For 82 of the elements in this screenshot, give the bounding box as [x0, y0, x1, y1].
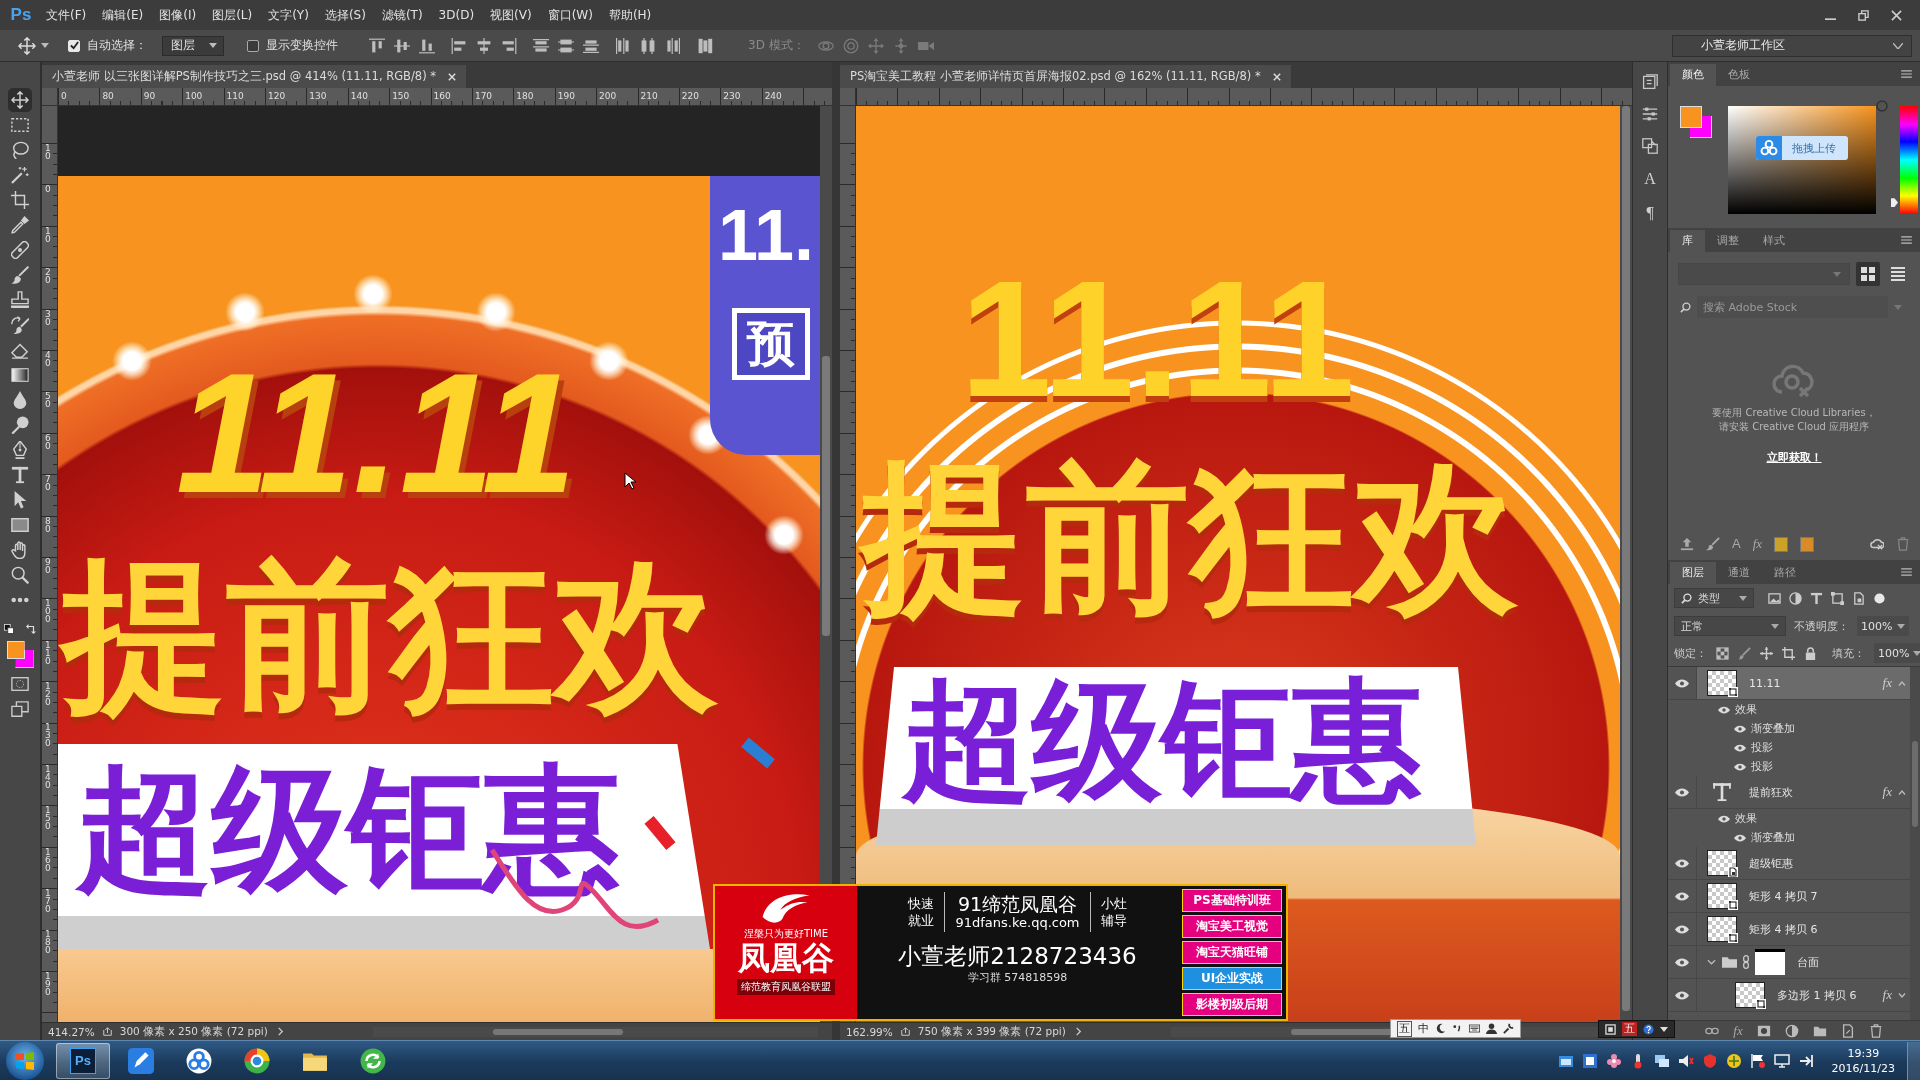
ruler-label: 130: [45, 723, 51, 748]
ruler-label: 170: [45, 889, 51, 914]
effect-name: 投影: [1751, 740, 1773, 755]
ruler-label: 200: [599, 91, 617, 101]
opacity-label: 不透明度：: [1794, 618, 1849, 634]
ruler-label: 160: [433, 91, 451, 101]
ruler-label: 30: [45, 309, 51, 326]
effect-name: 效果: [1735, 702, 1757, 717]
ruler-label: 0: [61, 91, 67, 101]
ruler-label: 80: [102, 91, 114, 101]
layer-name: 台面: [1797, 954, 1819, 970]
ruler-label: 10: [45, 144, 51, 160]
3d-mode-label: 3D 模式：: [748, 37, 805, 54]
badge-label: 预: [732, 308, 810, 380]
ruler-label: 80: [45, 516, 51, 533]
poster-subtitle: 超级钜惠: [76, 749, 620, 910]
ruler-label: 190: [557, 91, 575, 101]
clock-date: 2016/11/23: [1831, 1060, 1895, 1076]
promo-title: 91缔范凤凰谷: [957, 893, 1078, 915]
effect-name: 渐变叠加: [1751, 830, 1795, 845]
ruler-label: 140: [350, 91, 368, 101]
ruler-label: 210: [640, 91, 658, 101]
lock-label: 锁定：: [1674, 645, 1707, 661]
ruler-label: 90: [45, 557, 51, 574]
effect-name: 效果: [1735, 811, 1757, 826]
ruler-label: 40: [45, 350, 51, 367]
promo-tag: 辅导: [1100, 912, 1127, 929]
poster-number: 11.11: [176, 337, 577, 530]
effect-name: 渐变叠加: [1751, 721, 1795, 736]
ruler-label: 50: [45, 392, 51, 409]
ruler-label: 150: [45, 806, 51, 831]
ruler-label: 140: [45, 764, 51, 789]
ruler-label: 110: [45, 640, 51, 665]
ruler-label: 130: [309, 91, 327, 101]
ruler-label: 100: [45, 599, 51, 624]
layer-name: 提前狂欢: [1749, 784, 1793, 800]
ruler-label: 240: [764, 91, 782, 101]
fill-label: 填充：: [1832, 645, 1865, 661]
checkbox-label: 自动选择：: [87, 37, 147, 54]
layer-name: 矩形 4 拷贝 6: [1749, 921, 1818, 937]
promo-tag: 小灶: [1100, 895, 1127, 912]
ruler-label: 160: [45, 847, 51, 872]
layer-name: 超级钜惠: [1749, 855, 1793, 871]
ruler-label: 100: [185, 91, 203, 101]
ruler-label: 120: [267, 91, 286, 101]
badge-number: 11.: [718, 194, 815, 277]
ruler-label: 120: [45, 682, 51, 707]
app-logo: Ps: [9, 5, 33, 25]
document-size: 300 像素 x 250 像素 (72 ppi): [119, 1024, 268, 1039]
ruler-label: 110: [226, 91, 244, 101]
promo-tag: 快速: [908, 895, 935, 912]
ruler-label: 180: [516, 91, 534, 101]
app-logo: Ps: [70, 1047, 96, 1074]
promo-url: 91dfans.ke.qq.com: [955, 915, 1080, 931]
layer-name: 11.11: [1749, 676, 1781, 690]
promo-contact: 小萱老师2128723436: [898, 942, 1137, 970]
ruler-label: 190: [45, 971, 51, 996]
ruler-label: 90: [143, 91, 156, 101]
poster-subtitle: 超级钜惠: [902, 669, 1422, 812]
ruler-label: 60: [45, 433, 51, 450]
ruler-label: 20: [45, 268, 51, 285]
brand-name: 凤凰谷: [738, 940, 834, 976]
library-message: 请安装 Creative Cloud 应用程序: [1719, 420, 1869, 434]
effect-name: 投影: [1751, 759, 1773, 774]
clock-time: 19:39: [1847, 1045, 1880, 1061]
ruler-label: 150: [392, 91, 410, 101]
document-size: 750 像素 x 399 像素 (72 ppi): [917, 1024, 1066, 1039]
ruler-label: 10: [45, 226, 51, 243]
ruler-label: 170: [474, 91, 493, 101]
ruler-label: 230: [723, 91, 741, 101]
ruler-label: 70: [45, 475, 51, 492]
ruler-label: 220: [681, 91, 700, 101]
brand-slogan: 涅槃只为更好TIME: [744, 928, 828, 940]
ruler-label: 180: [45, 930, 51, 955]
ruler-label: 0: [45, 185, 51, 194]
promo-group: 学习群 574818598: [967, 970, 1068, 986]
checkbox-label: 显示变换控件: [266, 37, 338, 54]
library-message: 要使用 Creative Cloud Libraries，: [1712, 406, 1876, 420]
brand-alliance: 缔范教育凤凰谷联盟: [737, 979, 835, 995]
layer-name: 多边形 1 拷贝 6: [1777, 987, 1857, 1003]
layer-name: 矩形 4 拷贝 7: [1749, 888, 1818, 904]
promo-tag: 就业: [908, 912, 935, 929]
